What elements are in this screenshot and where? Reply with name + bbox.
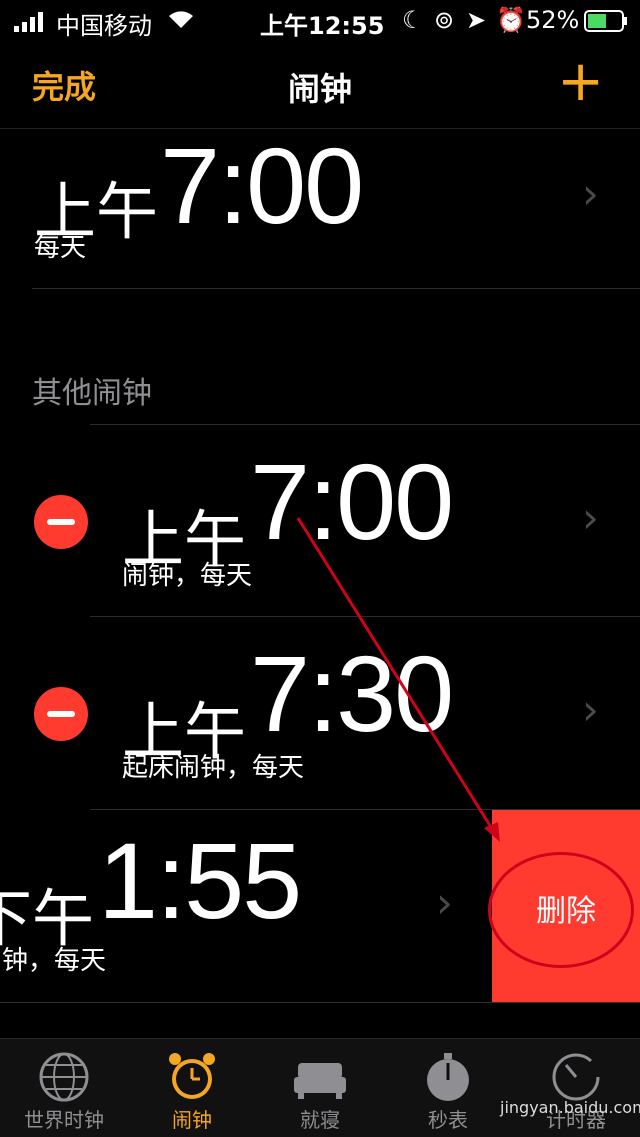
tab-label: 秒表 [428, 1108, 468, 1132]
tab-stopwatch[interactable]: 秒表 [384, 1039, 512, 1137]
tab-label: 就寝 [300, 1108, 340, 1132]
watermark: jingyan.baidu.com [500, 1098, 640, 1117]
tab-world-clock[interactable]: 世界时钟 [0, 1039, 128, 1137]
annotation-arrow [296, 517, 500, 842]
bed-icon [294, 1063, 346, 1099]
tab-label: 世界时钟 [24, 1108, 104, 1132]
alarm-clock-icon [169, 1053, 215, 1099]
timer-icon [552, 1053, 600, 1101]
stopwatch-icon [427, 1053, 469, 1101]
tab-label: 闹钟 [172, 1108, 212, 1132]
tab-bar: 世界时钟 闹钟 就寝 秒表 计时器 [0, 1038, 640, 1137]
tab-timer[interactable]: 计时器 [512, 1039, 640, 1137]
tab-bedtime[interactable]: 就寝 [256, 1039, 384, 1137]
tab-alarm[interactable]: 闹钟 [128, 1039, 256, 1137]
divider [0, 1002, 640, 1003]
globe-icon [39, 1052, 89, 1102]
